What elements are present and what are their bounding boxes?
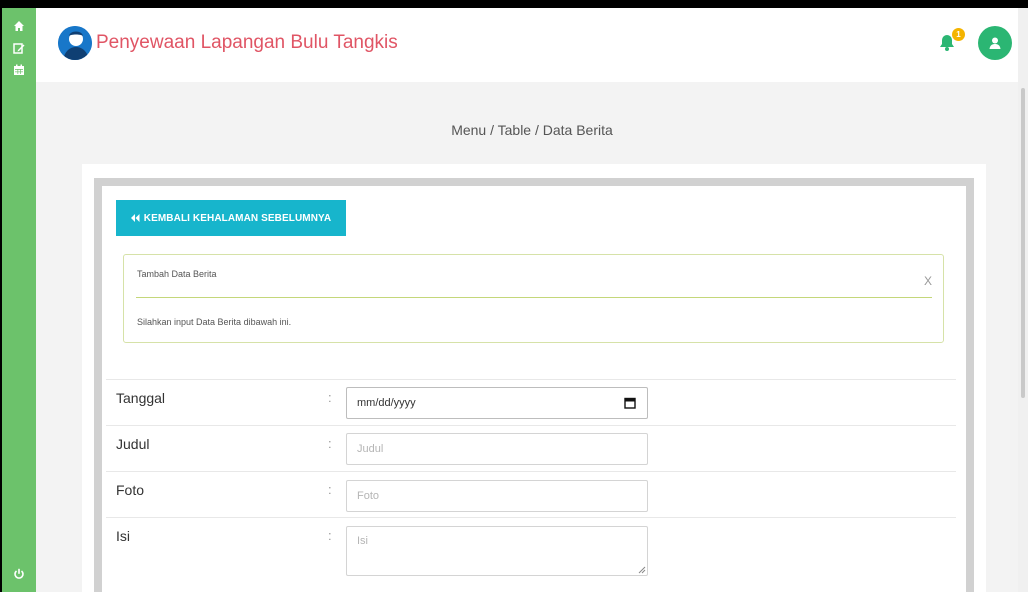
row-divider <box>106 517 956 518</box>
sidebar-item-logout[interactable] <box>2 564 36 584</box>
brand-logo[interactable] <box>58 26 92 60</box>
sidebar <box>2 8 36 592</box>
calendar-icon <box>14 64 24 75</box>
back-button[interactable]: KEMBALI KEHALAMAN SEBELUMNYA <box>116 200 346 236</box>
power-icon <box>14 568 24 579</box>
double-chevron-left-icon <box>130 214 140 222</box>
tanggal-label: Tanggal <box>116 390 166 406</box>
tanggal-date-input[interactable]: mm/dd/yyyy <box>346 387 648 419</box>
alert-close-button[interactable]: X <box>924 274 932 288</box>
app-title[interactable]: Penyewaan Lapangan Bulu Tangkis <box>96 32 398 54</box>
info-alert: Tambah Data Berita X Silahkan input Data… <box>123 254 944 343</box>
isi-label: Isi <box>116 528 130 544</box>
top-navbar: Penyewaan Lapangan Bulu Tangkis 1 <box>36 8 1028 82</box>
alert-title: Tambah Data Berita <box>137 269 217 279</box>
notification-badge: 1 <box>952 28 965 41</box>
judul-label: Judul <box>116 436 150 452</box>
calendar-picker-icon[interactable] <box>624 397 636 409</box>
row-divider <box>106 425 956 426</box>
colon-separator: : <box>328 390 332 405</box>
row-divider <box>106 379 956 380</box>
foto-label: Foto <box>116 482 145 498</box>
colon-separator: : <box>328 436 332 451</box>
sidebar-item-home[interactable] <box>2 16 36 36</box>
resize-grip-icon[interactable] <box>636 564 646 574</box>
user-avatar[interactable] <box>978 26 1012 60</box>
scrollbar-thumb[interactable] <box>1021 88 1025 398</box>
edit-icon <box>13 43 25 54</box>
user-silhouette-icon <box>58 26 92 60</box>
window-frame-top <box>0 0 1028 8</box>
date-value: mm/dd/yyyy <box>357 397 416 409</box>
user-icon <box>989 37 1001 49</box>
home-icon <box>14 21 24 31</box>
breadcrumb: Menu / Table / Data Berita <box>451 122 613 138</box>
alert-message: Silahkan input Data Berita dibawah ini. <box>137 317 292 327</box>
sidebar-item-edit[interactable] <box>2 38 36 58</box>
colon-separator: : <box>328 482 332 497</box>
isi-textarea[interactable] <box>346 526 648 576</box>
judul-input[interactable] <box>346 433 648 465</box>
foto-input[interactable] <box>346 480 648 512</box>
back-button-label: KEMBALI KEHALAMAN SEBELUMNYA <box>143 212 332 224</box>
colon-separator: : <box>328 528 332 543</box>
alert-divider <box>136 297 932 298</box>
row-divider <box>106 471 956 472</box>
sidebar-item-calendar[interactable] <box>2 60 36 80</box>
